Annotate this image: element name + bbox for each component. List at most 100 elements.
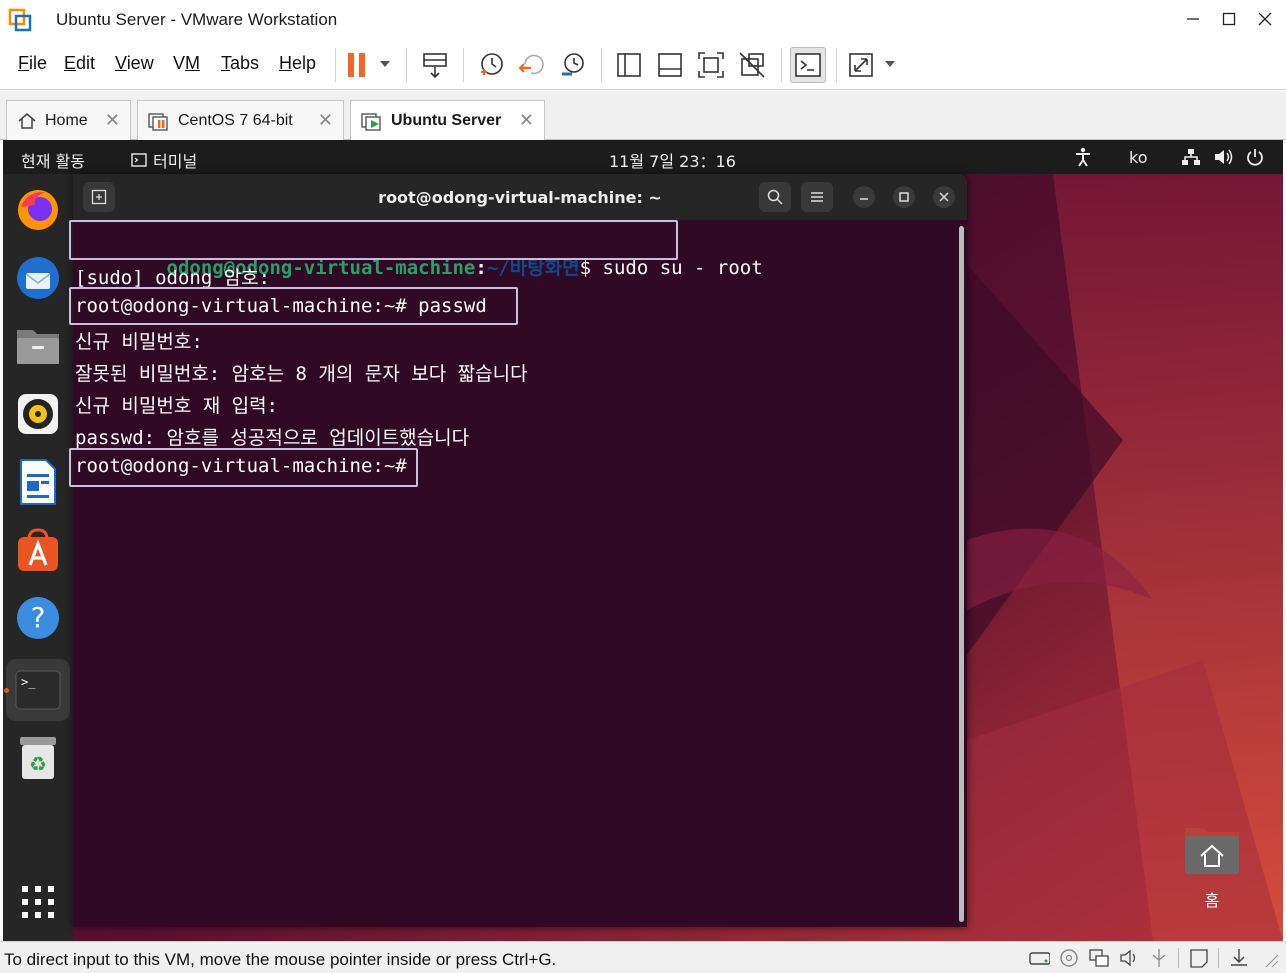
revert-snapshot-button[interactable] <box>515 47 549 83</box>
command-text: $ sudo su - root <box>579 257 763 279</box>
unity-button[interactable] <box>735 47 769 83</box>
menu-accelerator: T <box>221 53 230 73</box>
libreoffice-writer-icon[interactable] <box>12 456 64 508</box>
library-icon <box>617 53 641 77</box>
menu-tabs[interactable]: Tabs <box>221 53 259 74</box>
desktop-home-folder[interactable]: 홈 <box>1183 824 1243 911</box>
tab-ubuntu-server[interactable]: Ubuntu Server ✕ <box>350 100 545 141</box>
app-center-icon[interactable] <box>12 524 64 576</box>
close-icon[interactable]: ✕ <box>519 110 534 131</box>
menu-vm[interactable]: VM <box>173 53 200 74</box>
usb-icon[interactable] <box>1148 947 1170 969</box>
ubuntu-top-bar: 현재 활동 터미널 11월 7일 23：16 ko <box>3 140 1283 174</box>
app-menu[interactable]: 터미널 <box>131 148 197 172</box>
sound-card-icon[interactable] <box>1118 947 1140 969</box>
title-bar: Ubuntu Server - VMware Workstation <box>0 0 1286 40</box>
message-log-icon[interactable] <box>1188 947 1210 969</box>
terminal-line: 신규 비밀번호 재 입력: <box>75 395 279 417</box>
vm-paused-icon <box>148 111 170 131</box>
menu-file[interactable]: File <box>18 53 47 74</box>
stretch-icon <box>849 53 895 77</box>
menu-edit[interactable]: Edit <box>64 53 95 74</box>
console-icon <box>795 53 821 77</box>
menu-accelerator: M <box>185 53 201 73</box>
toolbar-separator <box>781 48 782 82</box>
thunderbird-icon[interactable] <box>12 252 64 304</box>
minimize-button[interactable] <box>1178 6 1208 32</box>
status-separator <box>1178 948 1179 968</box>
tab-label: CentOS 7 64-bit <box>178 111 293 129</box>
close-button[interactable] <box>1250 6 1280 32</box>
app-menu-label: 터미널 <box>153 152 198 171</box>
network-adapter-icon[interactable] <box>1088 947 1110 969</box>
minimize-icon[interactable] <box>853 186 875 208</box>
window-title: Ubuntu Server - VMware Workstation <box>56 10 338 29</box>
clock[interactable]: 11월 7일 23：16 <box>609 148 736 172</box>
terminal-line: passwd: 암호를 성공적으로 업데이트했습니다 <box>75 427 470 449</box>
trash-icon[interactable]: ♻ <box>12 732 64 784</box>
menu-help[interactable]: Help <box>279 53 316 74</box>
terminal-window[interactable]: root@odong-virtual-machine: ~ odong@odon… <box>69 174 967 927</box>
vm-display[interactable]: 현재 활동 터미널 11월 7일 23：16 ko ? >_ ♻ root@od… <box>3 140 1283 941</box>
cd-dvd-icon[interactable] <box>1058 947 1080 969</box>
toolbar-separator <box>463 48 464 82</box>
send-ctrl-alt-del-button[interactable] <box>418 47 452 83</box>
terminal-icon[interactable]: >_ <box>12 664 64 716</box>
resize-grip-icon[interactable] <box>1258 947 1280 969</box>
search-icon[interactable] <box>759 182 791 212</box>
pause-icon <box>348 53 390 77</box>
stretch-guest-button[interactable] <box>846 47 902 83</box>
svg-text:>_: >_ <box>21 675 36 689</box>
download-icon[interactable] <box>1228 947 1250 969</box>
svg-text:♻: ♻ <box>29 754 47 776</box>
power-icon[interactable] <box>1245 147 1265 171</box>
menu-accelerator: V <box>115 53 127 73</box>
thumbnail-icon <box>658 53 682 77</box>
terminal-line: [sudo] odong 암호: <box>75 267 271 289</box>
highlight-box <box>69 220 678 260</box>
highlight-box <box>69 287 518 325</box>
activities-button[interactable]: 현재 활동 <box>21 148 85 172</box>
menu-view[interactable]: View <box>115 53 154 74</box>
tab-bar: Home ✕ CentOS 7 64-bit ✕ Ubuntu Server ✕ <box>0 91 1286 141</box>
maximize-button[interactable] <box>1214 6 1244 32</box>
show-thumbnail-button[interactable] <box>653 47 687 83</box>
snapshot-manager-button[interactable] <box>556 47 590 83</box>
svg-text:?: ? <box>31 601 46 634</box>
tab-home[interactable]: Home ✕ <box>6 100 131 140</box>
volume-icon[interactable] <box>1213 148 1235 170</box>
terminal-output[interactable]: odong@odong-virtual-machine:~/바탕화면$ sudo… <box>69 220 953 922</box>
tab-label: Ubuntu Server <box>391 112 502 129</box>
close-icon[interactable] <box>933 186 955 208</box>
snapshot-button[interactable] <box>474 47 508 83</box>
close-icon[interactable]: ✕ <box>105 110 120 131</box>
firefox-icon[interactable] <box>12 184 64 236</box>
home-icon <box>17 111 37 131</box>
pause-button[interactable] <box>342 47 398 83</box>
close-icon[interactable]: ✕ <box>318 110 333 131</box>
console-view-button[interactable] <box>790 47 826 83</box>
show-apps-icon[interactable] <box>12 876 64 928</box>
highlight-box <box>69 448 418 487</box>
toolbar-separator <box>601 48 602 82</box>
status-bar: To direct input to this VM, move the mou… <box>0 941 1286 973</box>
help-icon[interactable]: ? <box>12 592 64 644</box>
files-icon[interactable] <box>12 320 64 372</box>
hamburger-menu-icon[interactable] <box>801 182 833 212</box>
full-screen-button[interactable] <box>694 47 728 83</box>
tab-centos[interactable]: CentOS 7 64-bit ✕ <box>137 100 344 140</box>
send-keys-icon <box>423 53 447 79</box>
vm-running-icon <box>361 111 383 131</box>
accessibility-icon[interactable] <box>1073 147 1093 171</box>
keyboard-layout-indicator[interactable]: ko <box>1129 148 1147 167</box>
network-icon[interactable] <box>1181 148 1201 170</box>
rhythmbox-icon[interactable] <box>12 388 64 440</box>
terminal-header[interactable]: root@odong-virtual-machine: ~ <box>73 174 967 220</box>
maximize-icon[interactable] <box>893 186 915 208</box>
tab-label: Home <box>45 111 88 129</box>
prompt-colon: : <box>475 257 487 279</box>
hard-disk-icon[interactable] <box>1028 947 1050 969</box>
vmware-logo-icon <box>8 8 32 32</box>
show-library-button[interactable] <box>612 47 646 83</box>
terminal-scrollbar[interactable] <box>959 226 964 922</box>
